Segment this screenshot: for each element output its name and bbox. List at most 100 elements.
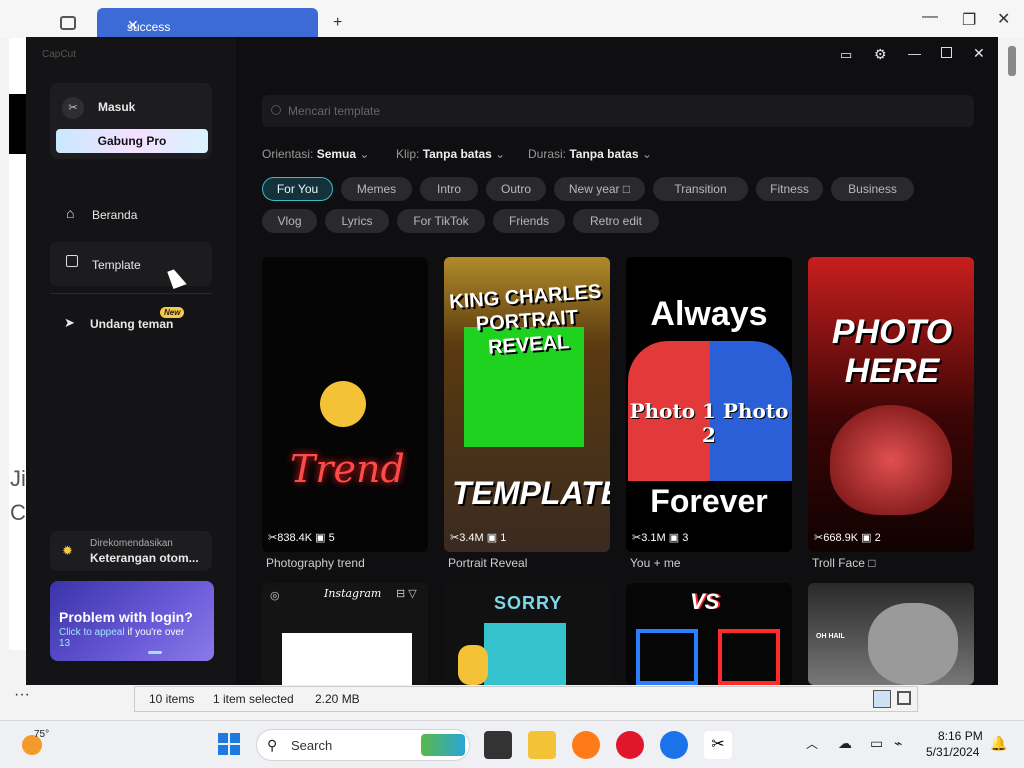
onedrive-icon[interactable]: ☁	[838, 735, 852, 752]
capcut-icon: ✂	[62, 97, 84, 119]
template-icon	[66, 255, 78, 267]
new-badge: New	[160, 307, 185, 318]
cut-icon: ✂	[632, 532, 642, 544]
restore-window-icon[interactable]: ❐	[962, 10, 976, 30]
promo-banner[interactable]: Problem with login? Click to appeal if y…	[50, 581, 214, 661]
template-card-3[interactable]: Always Photo 1 Photo 2 Forever ✂3.1M ▣ 3	[626, 257, 792, 552]
sidebar-item-template[interactable]: Template	[50, 242, 212, 286]
sidebar-item-label: Template	[92, 258, 141, 272]
clips-icon: ▣	[315, 532, 326, 544]
template-stats: ✂668.9K ▣ 2	[814, 532, 881, 544]
template-card-4[interactable]: PHOTO HERE ✂668.9K ▣ 2	[808, 257, 974, 552]
more-icon[interactable]: ···	[14, 686, 30, 704]
template-art-mid: Photo 1 Photo 2	[629, 399, 789, 447]
maximize-icon[interactable]	[941, 47, 952, 58]
template-name[interactable]: Troll Face □	[812, 556, 875, 570]
chip-fitness[interactable]: Fitness	[756, 177, 823, 201]
appeal-link[interactable]: Click to appeal	[59, 627, 125, 638]
chip-transition[interactable]: Transition	[653, 177, 748, 201]
tiles-view-icon[interactable]	[897, 691, 911, 705]
clips-icon: ▣	[861, 532, 872, 544]
filter-orientasi[interactable]: Orientasi: Semua ⌄	[262, 147, 369, 161]
template-art-text: PHOTO HERE	[831, 313, 953, 390]
chrome-icon[interactable]	[660, 731, 688, 759]
new-tab-icon[interactable]: +	[333, 14, 342, 32]
carousel-dots[interactable]	[148, 651, 162, 654]
chip-friends[interactable]: Friends	[493, 209, 565, 233]
template-stats: ✂838.4K ▣ 5	[268, 532, 335, 544]
capcut-taskbar-icon[interactable]: ✂	[704, 731, 732, 759]
template-art-text: SORRY	[494, 593, 563, 613]
chip-intro[interactable]: Intro	[420, 177, 478, 201]
clip2-frame	[718, 629, 780, 685]
template-card-6[interactable]: SORRY	[444, 583, 610, 685]
template-art-top: Always	[650, 295, 768, 333]
explorer-side-text: Ji	[10, 466, 26, 491]
template-name[interactable]: Portrait Reveal	[448, 556, 527, 570]
clip1-frame	[636, 629, 698, 685]
template-card-8[interactable]: OH HAIL	[808, 583, 974, 685]
chip-for-you[interactable]: For You	[262, 177, 333, 201]
scrollbar[interactable]	[1008, 46, 1016, 76]
template-name[interactable]: You + me	[630, 556, 681, 570]
sidebar-item-undang[interactable]: ➤ Undang teman New	[50, 307, 212, 341]
chip-vlog[interactable]: Vlog	[262, 209, 317, 233]
chip-memes[interactable]: Memes	[341, 177, 412, 201]
chip-for-tiktok[interactable]: For TikTok	[397, 209, 485, 233]
browser-tab-bar: success ✕ + — ❐ ✕	[0, 0, 1024, 38]
login-label[interactable]: Masuk	[98, 100, 135, 114]
feedback-icon[interactable]: ▭	[840, 47, 852, 63]
chip-retro-edit[interactable]: Retro edit	[573, 209, 659, 233]
template-card-5[interactable]: ◎ Instagram ⊟ ▽	[262, 583, 428, 685]
task-view-icon[interactable]	[484, 731, 512, 759]
search-input[interactable]: Mencari template	[262, 95, 974, 127]
close-window-icon[interactable]: ✕	[997, 9, 1010, 29]
search-icon: ⚲	[267, 737, 278, 753]
sidebar-item-label: Undang teman	[90, 317, 174, 331]
taskbar-search[interactable]: ⚲ Search	[256, 729, 470, 761]
tab-actions-icon[interactable]	[60, 16, 76, 30]
minimize-icon[interactable]: —	[908, 46, 921, 61]
chip-lyrics[interactable]: Lyrics	[325, 209, 389, 233]
network-icon[interactable]: ⌁	[894, 735, 902, 752]
promo-title: Problem with login?	[59, 609, 193, 625]
template-name[interactable]: Photography trend	[266, 556, 365, 570]
clock-date[interactable]: 5/31/2024	[926, 745, 979, 759]
tray-chevron-icon[interactable]: ︿	[806, 735, 818, 752]
opera-icon[interactable]	[616, 731, 644, 759]
template-art-text: VS	[690, 589, 720, 614]
chip-outro[interactable]: Outro	[486, 177, 546, 201]
sidebar-item-beranda[interactable]: ⌂ Beranda	[50, 197, 212, 231]
join-pro-button[interactable]: Gabung Pro	[56, 129, 208, 153]
template-art-text: Trend	[290, 447, 405, 491]
file-explorer-icon[interactable]	[528, 731, 556, 759]
join-pro-label: Gabung Pro	[97, 134, 167, 148]
filter-klip[interactable]: Klip: Tanpa batas ⌄	[396, 147, 505, 161]
start-icon[interactable]	[218, 733, 240, 755]
notification-bell-icon[interactable]: 🔔	[990, 735, 1007, 752]
close-icon[interactable]: ✕	[973, 45, 985, 62]
chip-business[interactable]: Business	[831, 177, 914, 201]
main-content: ▭ ⚙ — ✕ Mencari template Orientasi: Semu…	[236, 37, 998, 685]
template-card-7[interactable]: VS	[626, 583, 792, 685]
template-card-2[interactable]: KING CHARLES PORTRAIT REVEAL TEMPLATE ✂3…	[444, 257, 610, 552]
photo-placeholder	[282, 633, 412, 685]
browser-tab[interactable]: success ✕	[97, 8, 318, 38]
clips-icon: ▣	[486, 532, 498, 544]
template-art-bottom: TEMPLATE	[452, 475, 610, 511]
clock-time[interactable]: 8:16 PM	[938, 729, 983, 743]
close-tab-icon[interactable]: ✕	[127, 17, 308, 34]
settings-icon[interactable]: ⚙	[874, 46, 887, 63]
details-view-icon[interactable]	[873, 690, 891, 708]
send-icon: ➤	[64, 315, 75, 330]
display-icon[interactable]: ▭	[870, 735, 883, 752]
minimize-window-icon[interactable]: —	[922, 8, 938, 26]
filter-durasi[interactable]: Durasi: Tanpa batas ⌄	[528, 147, 652, 161]
recommendation-card[interactable]: ✹ Direkomendasikan Keterangan otom...	[50, 531, 212, 571]
template-stats: ✂3.1M ▣ 3	[632, 532, 689, 544]
lightbulb-icon: ✹	[62, 543, 73, 558]
firefox-icon[interactable]	[572, 731, 600, 759]
template-card-1[interactable]: Trend ✂838.4K ▣ 5	[262, 257, 428, 552]
chip-new-year[interactable]: New year □	[554, 177, 645, 201]
explorer-edge	[9, 38, 27, 650]
